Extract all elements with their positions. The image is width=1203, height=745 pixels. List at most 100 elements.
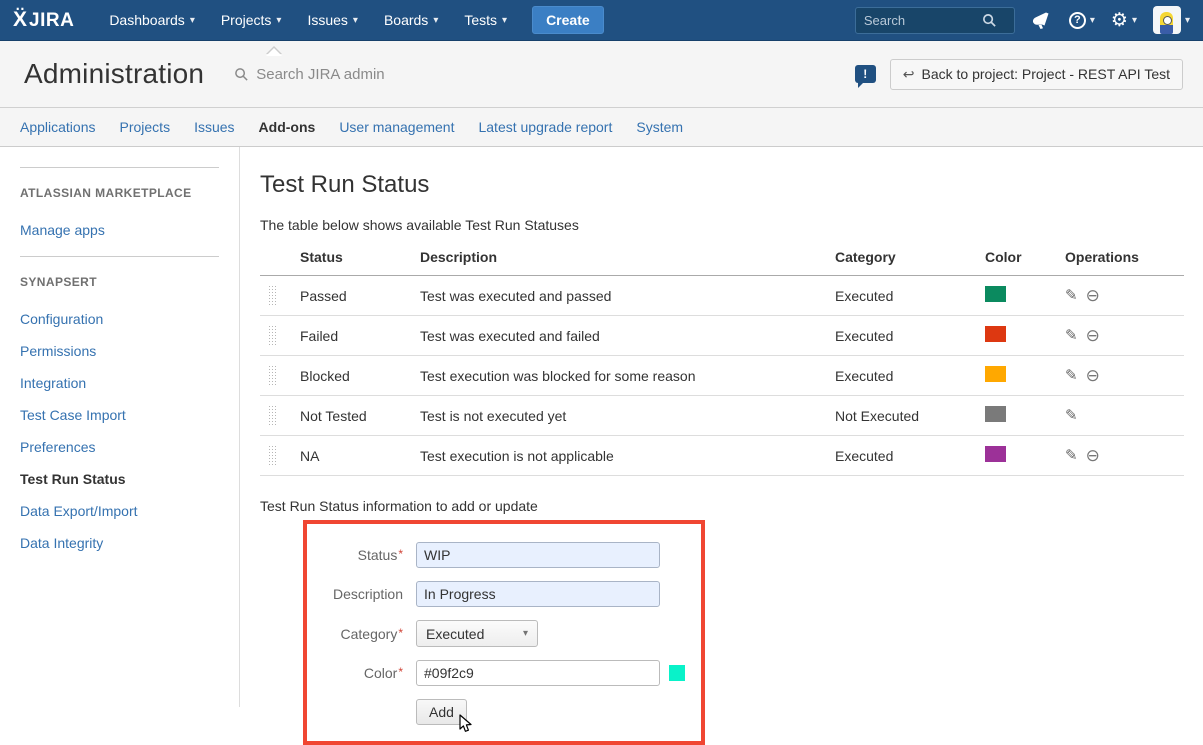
sidebar-item[interactable]: Integration [20,367,219,399]
avatar [1153,6,1181,34]
category-select[interactable]: Executed ▾ [416,620,538,647]
admin-search[interactable] [234,66,456,83]
feedback-icon[interactable]: ! [855,65,876,83]
status-cell: Failed [300,316,420,356]
admin-tab[interactable]: Projects [108,119,183,135]
nav-menu-label: Issues [307,12,347,28]
edit-icon[interactable]: ✎ [1065,368,1078,383]
gear-icon: ⚙ [1111,11,1128,30]
nav-menu-item[interactable]: Dashboards ▾ [96,0,208,41]
color-swatch [985,406,1006,422]
sidebar-item[interactable]: Configuration [20,303,219,335]
chevron-down-icon: ▾ [190,15,195,26]
remove-icon[interactable]: ⊖ [1086,287,1100,304]
form-color-swatch [669,665,685,681]
remove-icon[interactable]: ⊖ [1086,367,1100,384]
sidebar-section-synapsert: SYNAPSERT Configuration Permissions Inte… [20,256,219,569]
main-nav: Dashboards ▾ Projects ▾ Issues ▾ Boards … [96,0,520,41]
chevron-down-icon: ▾ [276,15,281,26]
admin-tab[interactable]: Latest upgrade report [466,119,624,135]
required-marker: * [398,665,403,679]
nav-menu-item[interactable]: Boards ▾ [371,0,451,41]
sidebar-item-label: Preferences [20,439,95,455]
nav-menu-item[interactable]: Tests ▾ [451,0,520,41]
color-input[interactable] [416,660,660,686]
color-swatch [985,326,1006,342]
remove-icon[interactable]: ⊖ [1086,447,1100,464]
admin-header: Administration ! ↩ Back to project: Proj… [0,41,1203,108]
add-button-label: Add [429,704,454,720]
admin-tab[interactable]: System [624,119,695,135]
edit-icon[interactable]: ✎ [1065,328,1078,343]
admin-settings-menu[interactable]: ⚙ ▾ [1111,11,1137,30]
description-cell: Test was executed and failed [420,316,835,356]
remove-icon[interactable]: ⊖ [1086,327,1100,344]
status-input[interactable] [416,542,660,568]
search-icon [234,67,249,82]
back-to-project-button[interactable]: ↩ Back to project: Project - REST API Te… [890,59,1183,90]
description-cell: Test is not executed yet [420,396,835,436]
sidebar-item-label: Permissions [20,343,96,359]
column-header: Category [835,241,985,276]
sidebar-item[interactable]: Data Integrity [20,527,219,559]
sidebar-item[interactable]: Test Run Status [20,463,219,495]
admin-tabs: Applications Projects Issues Add-ons Use… [0,108,1203,147]
drag-handle-icon[interactable] [268,405,277,426]
column-header: Status [300,241,420,276]
nav-menu-label: Tests [464,12,497,28]
admin-tab[interactable]: Add-ons [247,119,328,135]
nav-menu-label: Dashboards [109,12,185,28]
chevron-down-icon: ▾ [1132,15,1137,26]
description-cell: Test was executed and passed [420,276,835,316]
page-title: Administration [24,58,204,90]
description-input[interactable] [416,581,660,607]
admin-search-input[interactable] [256,66,456,83]
admin-tab[interactable]: Applications [8,119,108,135]
back-arrow-icon: ↩ [903,66,915,83]
nav-menu-item[interactable]: Issues ▾ [294,0,371,41]
sidebar-item[interactable]: Test Case Import [20,399,219,431]
edit-icon[interactable]: ✎ [1065,408,1078,423]
admin-tab[interactable]: User management [327,119,466,135]
jira-logo[interactable]: Ẍ JIRA [13,8,74,32]
nav-menu-item[interactable]: Projects ▾ [208,0,295,41]
category-cell: Executed [835,316,985,356]
sidebar-item[interactable]: Data Export/Import [20,495,219,527]
section-title: Test Run Status [260,171,1185,199]
quick-search-input[interactable] [864,13,982,28]
sidebar-item-label: Data Export/Import [20,503,138,519]
back-to-project-label: Back to project: Project - REST API Test [922,66,1170,82]
sidebar-item[interactable]: Manage apps [20,214,219,246]
admin-tab-label: Applications [20,119,96,135]
status-table-row: Not Tested Test is not executed yet Not … [260,396,1184,436]
create-button[interactable]: Create [532,6,604,34]
drag-handle-icon[interactable] [268,365,277,386]
sidebar-item[interactable]: Preferences [20,431,219,463]
drag-handle-icon[interactable] [268,285,277,306]
edit-icon[interactable]: ✎ [1065,288,1078,303]
sidebar-section-marketplace: ATLASSIAN MARKETPLACE Manage apps [20,167,219,256]
admin-tab[interactable]: Issues [182,119,246,135]
chevron-down-icon: ▾ [1090,15,1095,26]
status-field-label: Status* [315,547,403,563]
sidebar-item-label: Test Case Import [20,407,126,423]
category-cell: Executed [835,356,985,396]
quick-search[interactable] [855,7,1015,34]
user-menu[interactable]: ▾ [1153,6,1190,34]
status-cell: Blocked [300,356,420,396]
drag-handle-icon[interactable] [268,325,277,346]
top-navbar: Ẍ JIRA Dashboards ▾ Projects ▾ Issues ▾ … [0,0,1203,41]
add-button[interactable]: Add [416,699,467,725]
column-header: Description [420,241,835,276]
required-marker: * [398,547,403,561]
sidebar-item[interactable]: Permissions [20,335,219,367]
status-table-row: Blocked Test execution was blocked for s… [260,356,1184,396]
sidebar-item-label: Manage apps [20,222,105,238]
help-menu[interactable]: ? ▾ [1069,12,1095,29]
drag-handle-icon[interactable] [268,445,277,466]
edit-icon[interactable]: ✎ [1065,448,1078,463]
admin-tab-label: System [636,119,683,135]
megaphone-icon[interactable] [1031,11,1053,30]
jira-logo-text: JIRA [29,10,74,32]
chevron-down-icon: ▾ [1185,15,1190,26]
